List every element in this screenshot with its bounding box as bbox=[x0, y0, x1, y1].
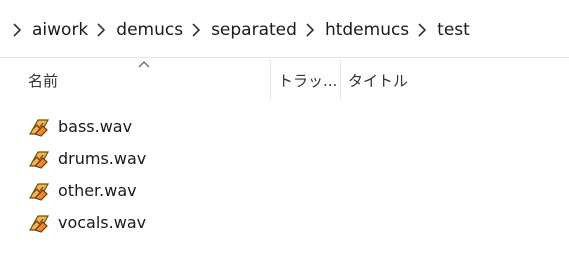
file-row-drums[interactable]: drums.wav bbox=[0, 144, 569, 176]
chevron-right-icon[interactable] bbox=[413, 20, 431, 40]
file-name: drums.wav bbox=[58, 149, 147, 168]
file-row-other[interactable]: other.wav bbox=[0, 176, 569, 208]
column-title[interactable]: タイトル bbox=[348, 58, 548, 102]
breadcrumb-item-htdemucs[interactable]: htdemucs bbox=[323, 18, 411, 42]
vlc-audio-file-icon bbox=[28, 151, 50, 169]
breadcrumb-item-aiwork[interactable]: aiwork bbox=[30, 18, 90, 42]
file-name: vocals.wav bbox=[58, 213, 147, 232]
column-header: 名前 トラッ... タイトル bbox=[0, 58, 569, 102]
column-track-number[interactable]: トラッ... bbox=[278, 58, 338, 102]
column-name[interactable]: 名前 bbox=[28, 58, 268, 102]
chevron-right-icon[interactable] bbox=[8, 20, 26, 40]
vlc-audio-file-icon bbox=[28, 215, 50, 233]
file-row-bass[interactable]: bass.wav bbox=[0, 112, 569, 144]
chevron-right-icon[interactable] bbox=[92, 20, 110, 40]
vlc-audio-file-icon bbox=[28, 183, 50, 201]
breadcrumb-item-test[interactable]: test bbox=[435, 18, 472, 42]
file-explorer-window: aiwork demucs separated htdemucs test 名前… bbox=[0, 0, 569, 259]
chevron-right-icon[interactable] bbox=[187, 20, 205, 40]
breadcrumb: aiwork demucs separated htdemucs test bbox=[0, 0, 569, 57]
file-row-vocals[interactable]: vocals.wav bbox=[0, 208, 569, 240]
breadcrumb-item-separated[interactable]: separated bbox=[209, 18, 299, 42]
vlc-audio-file-icon bbox=[28, 119, 50, 137]
chevron-right-icon[interactable] bbox=[301, 20, 319, 40]
breadcrumb-item-demucs[interactable]: demucs bbox=[114, 18, 185, 42]
column-divider[interactable] bbox=[270, 60, 271, 100]
file-name: bass.wav bbox=[58, 117, 133, 136]
file-list: bass.wav drums.wav other.wav vocals.wav bbox=[0, 112, 569, 240]
column-divider[interactable] bbox=[340, 60, 341, 100]
file-name: other.wav bbox=[58, 181, 137, 200]
